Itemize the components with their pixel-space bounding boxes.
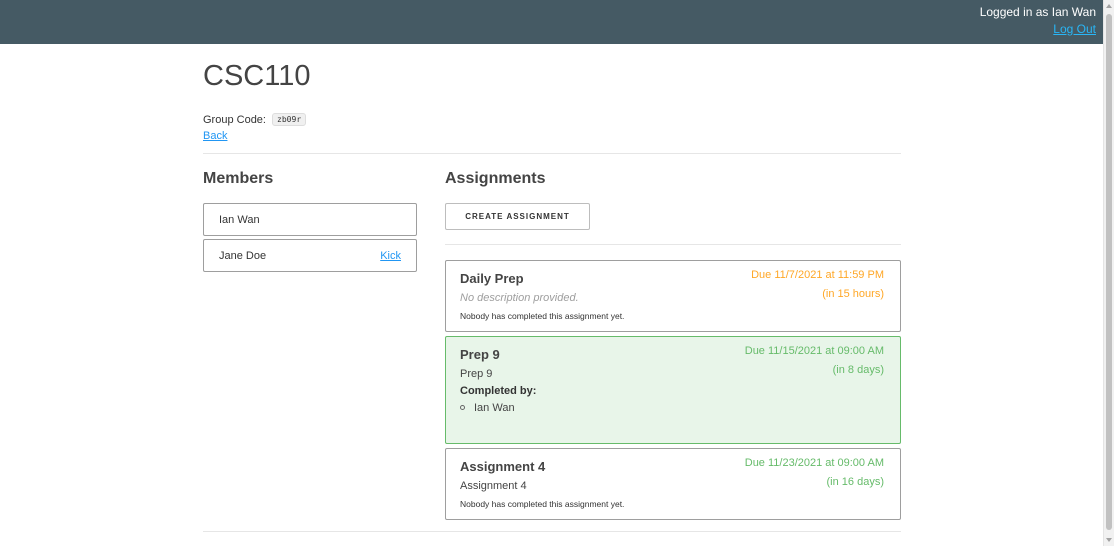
assignment-description: Assignment 4 bbox=[460, 480, 527, 492]
scroll-down-arrow-icon[interactable] bbox=[1106, 538, 1112, 542]
assignment-title: Daily Prep bbox=[460, 271, 524, 286]
assignment-due-relative: (in 8 days) bbox=[832, 364, 884, 376]
assignment-card[interactable]: Prep 9 Due 11/15/2021 at 09:00 AM (in 8 … bbox=[445, 336, 901, 444]
logout-link[interactable]: Log Out bbox=[1053, 22, 1096, 36]
assignments-heading: Assignments bbox=[445, 170, 546, 187]
scrollbar-thumb[interactable] bbox=[1106, 14, 1112, 530]
scroll-up-arrow-icon[interactable] bbox=[1106, 4, 1112, 8]
members-heading: Members bbox=[203, 170, 274, 187]
create-assignment-button[interactable]: CREATE ASSIGNMENT bbox=[445, 203, 590, 230]
member-item: Ian Wan bbox=[203, 203, 417, 236]
assignment-title: Assignment 4 bbox=[460, 459, 546, 474]
kick-member-link[interactable]: Kick bbox=[380, 250, 401, 262]
page-title: CSC110 bbox=[203, 60, 311, 92]
assignment-due-relative: (in 16 days) bbox=[826, 476, 884, 488]
completed-by-item: Ian Wan bbox=[460, 402, 515, 414]
assignment-due-date: Due 11/15/2021 at 09:00 AM bbox=[744, 345, 884, 357]
assignment-card[interactable]: Daily Prep Due 11/7/2021 at 11:59 PM (in… bbox=[445, 260, 901, 332]
assignment-completion-status: Nobody has completed this assignment yet… bbox=[460, 311, 625, 321]
back-link[interactable]: Back bbox=[203, 130, 227, 142]
group-code-value: zb09r bbox=[272, 113, 307, 126]
group-code-row: Group Code: zb09r bbox=[203, 113, 307, 126]
assignment-due-relative: (in 15 hours) bbox=[822, 288, 884, 300]
page-scrollbar[interactable] bbox=[1103, 0, 1114, 546]
group-code-label: Group Code: bbox=[203, 114, 266, 126]
assignment-description: Prep 9 bbox=[460, 368, 493, 380]
member-name: Jane Doe bbox=[219, 250, 267, 262]
assignment-completion-status: Nobody has completed this assignment yet… bbox=[460, 499, 625, 509]
member-item: Jane Doe Kick bbox=[203, 239, 417, 272]
header-divider bbox=[203, 153, 901, 154]
top-bar: Logged in as Ian Wan Log Out bbox=[0, 0, 1103, 44]
completed-by-name: Ian Wan bbox=[474, 402, 515, 414]
logged-in-user: Logged in as Ian Wan bbox=[979, 5, 1096, 19]
assignment-title: Prep 9 bbox=[460, 347, 500, 362]
assignment-card[interactable]: Assignment 4 Due 11/23/2021 at 09:00 AM … bbox=[445, 448, 901, 520]
assignment-description: No description provided. bbox=[460, 292, 579, 304]
assignment-due-date: Due 11/7/2021 at 11:59 PM bbox=[751, 269, 884, 281]
member-name: Ian Wan bbox=[219, 214, 260, 226]
footer-divider bbox=[203, 531, 901, 532]
assignments-divider bbox=[445, 244, 901, 245]
circle-bullet-icon bbox=[460, 405, 465, 410]
completed-by-label: Completed by: bbox=[460, 385, 537, 397]
assignment-due-date: Due 11/23/2021 at 09:00 AM bbox=[744, 457, 884, 469]
